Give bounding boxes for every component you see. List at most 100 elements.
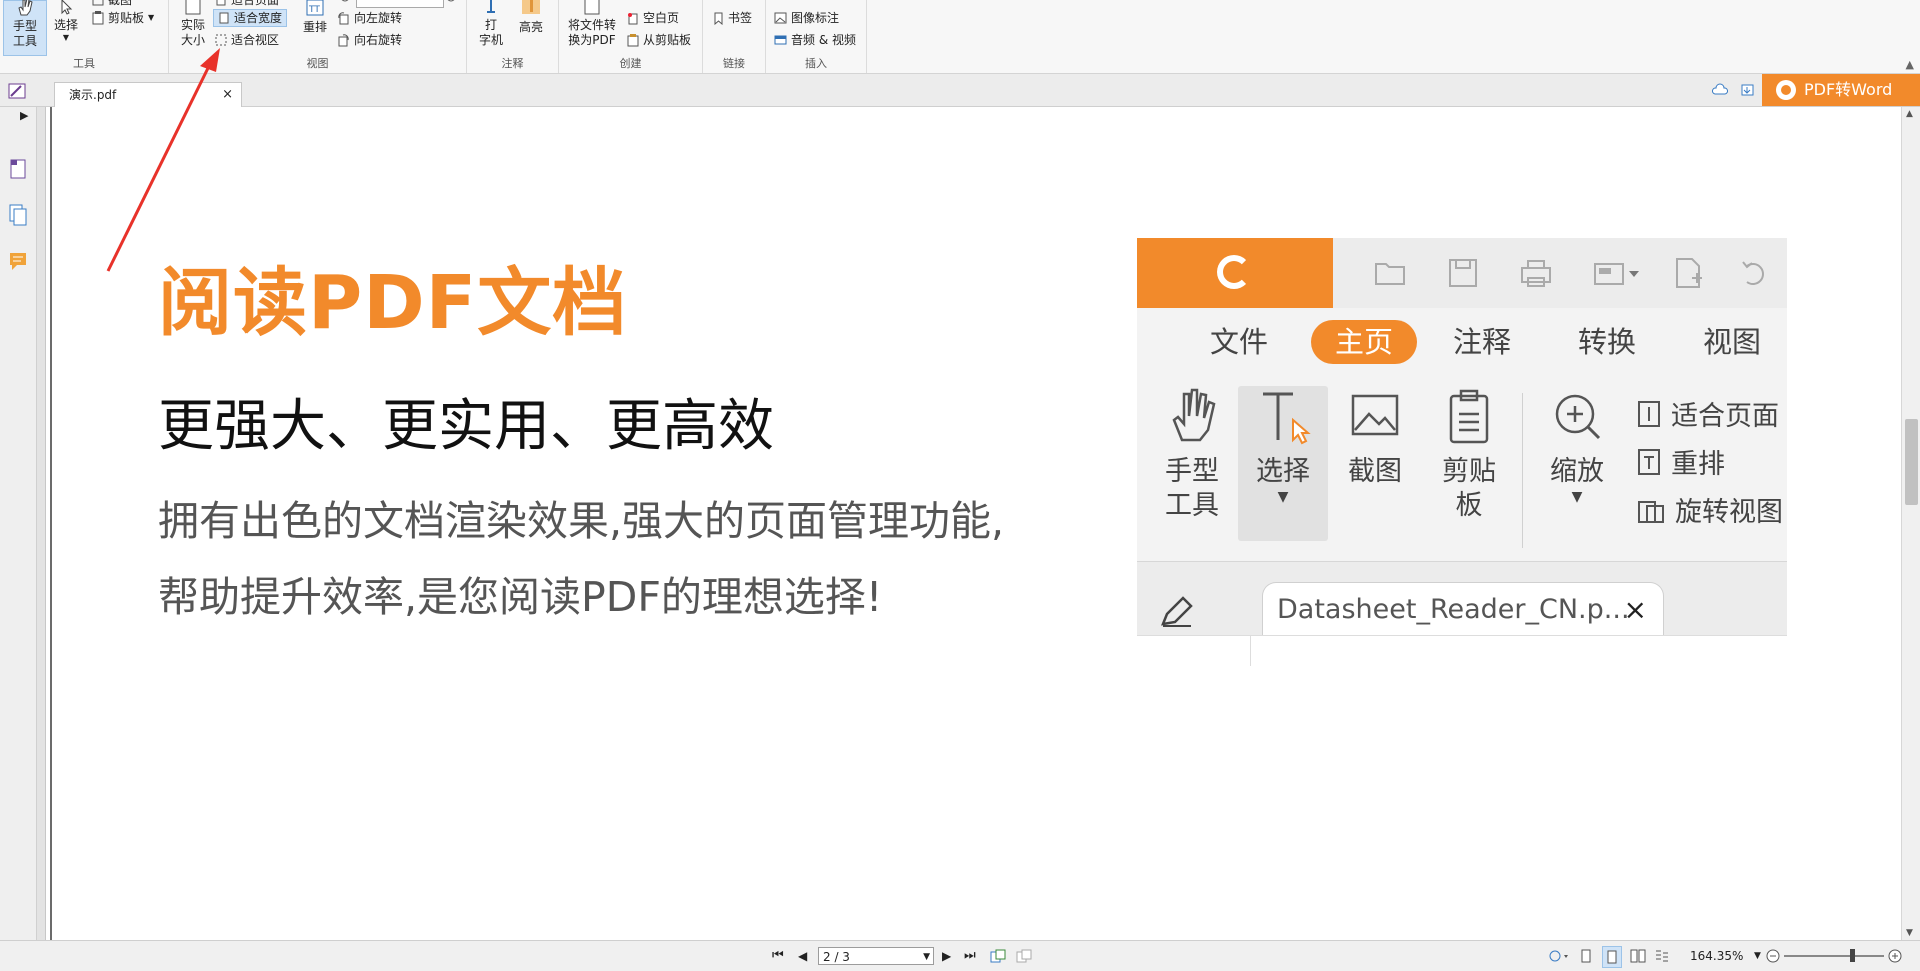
shot-tab-comment: 注释 bbox=[1452, 325, 1511, 359]
shot-new-page-icon bbox=[1676, 258, 1702, 288]
close-tab-icon[interactable]: × bbox=[222, 83, 233, 107]
edit-tools-icon[interactable] bbox=[8, 83, 26, 99]
shot-snapshot-tool: 截图 bbox=[1330, 386, 1420, 489]
create-partial-item[interactable] bbox=[627, 0, 697, 5]
actual-size-icon bbox=[185, 0, 201, 15]
hand-icon bbox=[18, 0, 33, 16]
convert-to-pdf-button[interactable]: 将文件转 换为PDF bbox=[565, 0, 619, 56]
last-page-icon[interactable]: ⏭ bbox=[964, 941, 976, 971]
continuous-page-button[interactable] bbox=[1602, 946, 1622, 968]
embedded-product-screenshot: 文件 主页 注释 转换 视图 手型 工具 选择 ▼ 截图 剪贴 板 缩放 ▼ 适… bbox=[1137, 238, 1787, 666]
select-label: 选择 bbox=[53, 18, 78, 32]
next-page-icon[interactable]: ▶ bbox=[942, 941, 951, 971]
page-dropdown-icon[interactable]: ▼ bbox=[923, 948, 930, 966]
zoom-level[interactable]: 164.35% bbox=[1690, 941, 1743, 971]
bookmark-button[interactable]: 书签 bbox=[713, 9, 752, 27]
zoom-slider[interactable] bbox=[1784, 949, 1884, 962]
highlight-button[interactable]: 高亮 bbox=[513, 0, 549, 56]
previous-page-icon[interactable]: ◀ bbox=[798, 941, 807, 971]
clipboard-button[interactable]: 剪贴板 ▼ bbox=[92, 9, 154, 27]
zoom-small-icon bbox=[341, 0, 349, 2]
zoom-in-icon[interactable] bbox=[1888, 949, 1902, 963]
group-tools: 手型 工具 选择 ▼ 截图 剪贴板 ▼ 工具 bbox=[0, 0, 169, 73]
fit-width-label: 适合宽度 bbox=[234, 11, 283, 25]
zoom-dropdown-icon[interactable]: ▼ bbox=[1754, 941, 1761, 971]
from-clipboard-button[interactable]: 从剪贴板 bbox=[627, 31, 691, 49]
fit-page-button[interactable]: 适合页面 bbox=[215, 0, 279, 9]
blank-page-button[interactable]: 空白页 bbox=[627, 9, 679, 27]
shot-save-icon bbox=[1449, 259, 1477, 287]
page-number-input[interactable]: 2 / 3 ▼ bbox=[818, 947, 934, 965]
download-icon[interactable] bbox=[1740, 83, 1756, 97]
rotate-left-button[interactable]: 向左旋转 bbox=[337, 9, 402, 27]
fit-visible-button[interactable]: 适合视区 bbox=[215, 31, 279, 49]
expand-panel-icon[interactable]: ▶ bbox=[20, 109, 28, 122]
rotate-right-label: 向右旋转 bbox=[354, 33, 403, 47]
reflow-button[interactable]: TT 重排 bbox=[299, 0, 331, 56]
document-view: 阅读PDF文档 更强大、更实用、更高效 拥有出色的文档渲染效果,强大的页面管理功… bbox=[46, 107, 1901, 940]
cloud-icon[interactable] bbox=[1712, 83, 1728, 97]
group-label-links: 链接 bbox=[723, 57, 745, 70]
open-next-view-icon[interactable] bbox=[1016, 949, 1032, 963]
image-annotation-button[interactable]: 图像标注 bbox=[774, 9, 839, 27]
rotate-right-button[interactable]: 向右旋转 bbox=[337, 31, 402, 49]
pdf-to-word-button[interactable]: PDF转Word bbox=[1762, 74, 1920, 106]
hand-tool-button[interactable]: 手型 工具 bbox=[3, 0, 47, 56]
shot-reflow-label: 重排 bbox=[1671, 449, 1725, 480]
facing-page-icon[interactable] bbox=[1630, 949, 1646, 963]
rotate-left-label: 向左旋转 bbox=[354, 11, 403, 25]
display-mode-icon[interactable] bbox=[1548, 949, 1570, 963]
collapse-ribbon-icon[interactable]: ▲ bbox=[1906, 58, 1914, 71]
group-create: 将文件转 换为PDF 空白页 从剪贴板 创建 bbox=[559, 0, 703, 73]
zoom-search-icon[interactable] bbox=[446, 0, 458, 4]
reflow-label: 重排 bbox=[302, 20, 327, 34]
scroll-up-icon[interactable]: ▲ bbox=[1906, 109, 1913, 119]
snapshot-label: 截图 bbox=[108, 0, 133, 7]
shot-fit-page-label: 适合页面 bbox=[1671, 401, 1779, 432]
shot-fit-page-item: 适合页面 bbox=[1637, 394, 1779, 433]
actual-size-label: 实际 大小 bbox=[180, 18, 205, 47]
audio-video-button[interactable]: 音频 & 视频 bbox=[774, 31, 856, 49]
shot-separator bbox=[1522, 393, 1523, 548]
single-page-icon[interactable] bbox=[1580, 949, 1592, 963]
svg-text:TT: TT bbox=[308, 5, 320, 15]
actual-size-button[interactable]: 实际 大小 bbox=[177, 0, 209, 56]
vertical-scrollbar[interactable]: ▲ ▼ bbox=[1901, 107, 1920, 940]
shot-rotate-view-label: 旋转视图 bbox=[1675, 497, 1783, 528]
from-clipboard-label: 从剪贴板 bbox=[643, 33, 692, 47]
group-label-tools: 工具 bbox=[73, 57, 95, 70]
shot-rotate-view-item: 旋转视图 bbox=[1637, 490, 1783, 529]
tab-document[interactable]: 演示.pdf × bbox=[54, 82, 242, 107]
shot-pen-icon bbox=[1161, 596, 1193, 627]
fit-width-button[interactable]: 适合宽度 bbox=[213, 9, 288, 27]
clipboard-caret-icon[interactable]: ▼ bbox=[148, 9, 154, 27]
shot-tab-home: 主页 bbox=[1311, 320, 1417, 364]
open-previous-view-icon[interactable] bbox=[990, 949, 1006, 963]
insert-partial-item[interactable] bbox=[774, 0, 854, 5]
fit-width-icon bbox=[219, 12, 229, 24]
select-button[interactable]: 选择 ▼ bbox=[50, 0, 82, 54]
typewriter-icon bbox=[487, 0, 495, 13]
zoom-out-icon[interactable] bbox=[1766, 949, 1780, 963]
typewriter-button[interactable]: 打 字机 bbox=[473, 0, 509, 56]
audio-video-icon bbox=[774, 35, 787, 45]
shot-rotate-view-icon bbox=[1638, 500, 1664, 523]
link-partial-item[interactable] bbox=[711, 0, 751, 5]
first-page-icon[interactable]: ⏮ bbox=[772, 941, 784, 971]
blank-page-label: 空白页 bbox=[643, 11, 680, 25]
pdf-to-word-label: PDF转Word bbox=[1804, 80, 1893, 99]
zoom-input[interactable] bbox=[356, 0, 444, 8]
scrollbar-thumb[interactable] bbox=[1905, 419, 1918, 505]
pages-icon[interactable] bbox=[8, 204, 28, 226]
shot-reflow-item: 重排 bbox=[1637, 442, 1725, 481]
continuous-facing-icon[interactable] bbox=[1654, 949, 1670, 963]
shot-close-tab-icon: × bbox=[1623, 593, 1647, 626]
snapshot-button[interactable]: 截图 bbox=[92, 0, 132, 9]
select-dropdown-caret[interactable]: ▼ bbox=[50, 33, 82, 43]
page-thumbnails-icon[interactable] bbox=[8, 158, 28, 180]
scroll-down-icon[interactable]: ▼ bbox=[1906, 928, 1913, 938]
zoom-slider-knob[interactable] bbox=[1850, 949, 1855, 962]
shot-select-label: 选择 bbox=[1256, 456, 1310, 487]
panel-splitter[interactable] bbox=[37, 107, 46, 940]
comments-icon[interactable] bbox=[8, 250, 28, 272]
